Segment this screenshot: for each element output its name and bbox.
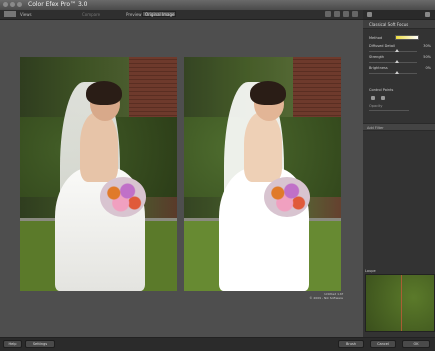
bouquet bbox=[264, 177, 310, 217]
toolbar: Views Compare Preview Original Image bbox=[0, 10, 363, 20]
zoom-icon[interactable] bbox=[325, 11, 331, 17]
close-window-button[interactable] bbox=[3, 2, 8, 7]
brightness-knob[interactable] bbox=[395, 71, 399, 74]
brightness-slider[interactable] bbox=[369, 73, 417, 74]
views-label[interactable]: Views bbox=[20, 10, 32, 19]
bottom-bar: Help Settings Brush Cancel OK bbox=[0, 337, 435, 351]
opacity-label: Opacity bbox=[369, 104, 383, 108]
split-view-icon[interactable] bbox=[334, 11, 340, 17]
single-view-icon[interactable] bbox=[352, 11, 358, 17]
help-button[interactable]: Help bbox=[3, 340, 22, 348]
side-by-side-icon[interactable] bbox=[343, 11, 349, 17]
strength-value: 50% bbox=[423, 55, 431, 59]
before-photo bbox=[20, 57, 177, 291]
filter-sidebar: Classical Soft Focus Method Diffused Det… bbox=[363, 10, 435, 337]
opacity-slider[interactable] bbox=[369, 110, 409, 111]
bouquet bbox=[100, 177, 146, 217]
diffused-detail-label: Diffused Detail bbox=[369, 44, 395, 48]
bride-body bbox=[244, 112, 282, 182]
strength-label: Strength bbox=[369, 55, 385, 59]
bride-body bbox=[80, 112, 118, 182]
filter-title[interactable]: Classical Soft Focus bbox=[363, 20, 435, 29]
brightness-value: 0% bbox=[425, 66, 431, 70]
sidebar-settings-icon[interactable] bbox=[367, 12, 372, 17]
after-photo bbox=[184, 57, 341, 291]
diffused-detail-slider[interactable] bbox=[369, 51, 417, 52]
window-title: Color Efex Pro™ 3.0 bbox=[28, 1, 88, 8]
window-controls[interactable] bbox=[3, 2, 22, 7]
add-control-point-icon[interactable] bbox=[371, 96, 375, 100]
strength-slider[interactable] bbox=[369, 62, 417, 63]
sidebar-collapse-icon[interactable] bbox=[425, 12, 430, 17]
loupe-label: Loupe bbox=[365, 269, 376, 273]
view-mode-icon[interactable] bbox=[4, 11, 16, 17]
compare-label[interactable]: Compare bbox=[82, 10, 100, 19]
bride-hair bbox=[86, 81, 122, 105]
zoom-window-button[interactable] bbox=[17, 2, 22, 7]
preview-label[interactable]: Preview bbox=[126, 10, 142, 19]
strength-knob[interactable] bbox=[395, 60, 399, 63]
loupe-preview bbox=[365, 274, 435, 332]
brush-button[interactable]: Brush bbox=[338, 340, 364, 348]
cancel-button[interactable]: Cancel bbox=[370, 340, 396, 348]
remove-control-point-icon[interactable] bbox=[381, 96, 385, 100]
diffused-detail-value: 30% bbox=[423, 44, 431, 48]
add-filter-button[interactable]: Add Filter bbox=[363, 123, 435, 131]
method-selector[interactable] bbox=[395, 35, 419, 40]
preview-workspace: Untitled 1.tif © 2009 - Nik Software bbox=[0, 20, 363, 337]
caption-copyright: © 2009 - Nik Software bbox=[309, 296, 343, 300]
bride-hair bbox=[250, 81, 286, 105]
sidebar-header bbox=[363, 10, 435, 20]
control-point-buttons[interactable] bbox=[371, 96, 385, 100]
ok-button[interactable]: OK bbox=[402, 340, 430, 348]
control-points-label: Control Points bbox=[369, 88, 394, 92]
photo-caption: Untitled 1.tif © 2009 - Nik Software bbox=[309, 292, 343, 300]
background-select[interactable]: Original Image bbox=[142, 11, 176, 17]
method-label: Method bbox=[369, 36, 383, 40]
diffused-detail-knob[interactable] bbox=[395, 49, 399, 52]
minimize-window-button[interactable] bbox=[10, 2, 15, 7]
brightness-label: Brightness bbox=[369, 66, 388, 70]
settings-button[interactable]: Settings bbox=[25, 340, 55, 348]
